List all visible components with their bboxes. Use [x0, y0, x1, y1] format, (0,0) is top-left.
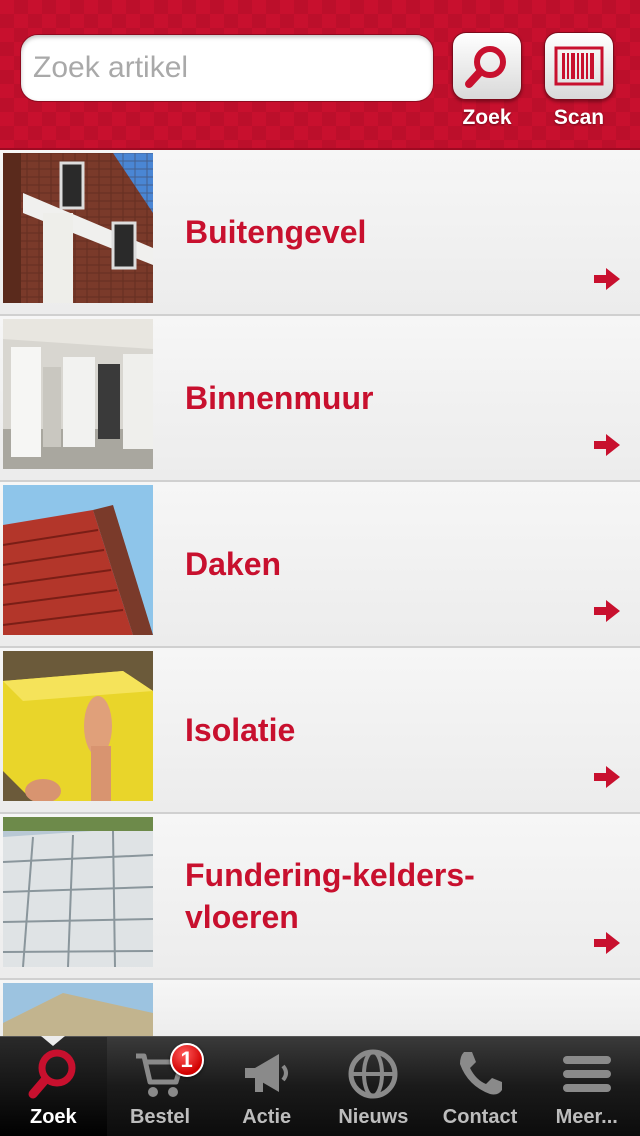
category-row-partial[interactable]: [0, 980, 640, 1036]
search-icon: [465, 46, 506, 88]
tab-label: Meer...: [555, 1106, 618, 1128]
arrow-right-icon: [594, 268, 620, 290]
scan-button-label: Scan: [553, 106, 605, 129]
binnenmuur-thumbnail: [3, 319, 153, 469]
tab-label: Bestel: [129, 1106, 191, 1128]
globe-icon: [348, 1049, 398, 1099]
arrow-right-icon: [594, 766, 620, 788]
megaphone-icon: [244, 1054, 288, 1092]
buitengevel-thumbnail: [3, 153, 153, 303]
category-row-fundering[interactable]: Fundering-kelders- vloeren: [0, 814, 640, 980]
search-icon: [28, 1049, 76, 1099]
category-label: Isolatie: [185, 712, 296, 748]
arrow-right-icon: [594, 434, 620, 456]
cart-badge: 1: [169, 1043, 204, 1077]
category-row-buitengevel[interactable]: Buitengevel: [0, 150, 640, 316]
category-label: Fundering-kelders- vloeren: [185, 854, 545, 938]
category-label: Daken: [185, 546, 282, 582]
daken-thumbnail: [3, 485, 153, 635]
menu-icon: [562, 1056, 611, 1092]
tab-zoek[interactable]: Zoek: [0, 1036, 107, 1136]
tab-actie[interactable]: Actie: [213, 1037, 320, 1136]
arrow-right-icon: [594, 600, 620, 622]
category-label-line2: vloeren: [185, 899, 299, 935]
scan-button[interactable]: Scan: [544, 32, 614, 132]
barcode-icon: [554, 46, 604, 86]
category-label-line1: Fundering-kelders-: [185, 857, 475, 893]
category-list: Buitengevel Binnenmuur Daken Isolatie Fu…: [0, 150, 640, 1036]
search-button-label: Zoek: [462, 106, 512, 129]
search-button[interactable]: Zoek: [452, 32, 522, 132]
partial-thumbnail: [3, 983, 153, 1036]
header-bar: Zoek Scan: [0, 0, 640, 150]
category-label: Buitengevel: [185, 214, 367, 250]
tab-label: Nieuws: [338, 1106, 409, 1128]
category-row-binnenmuur[interactable]: Binnenmuur: [0, 316, 640, 482]
tab-label: Contact: [442, 1106, 518, 1128]
category-row-isolatie[interactable]: Isolatie: [0, 648, 640, 814]
isolatie-thumbnail: [3, 651, 153, 801]
tab-label: Actie: [242, 1106, 292, 1128]
search-input[interactable]: [33, 35, 421, 101]
tab-contact[interactable]: Contact: [427, 1037, 534, 1136]
tab-bestel[interactable]: 1 Bestel: [107, 1037, 214, 1136]
tab-nieuws[interactable]: Nieuws: [320, 1037, 427, 1136]
phone-icon: [460, 1052, 503, 1095]
fundering-thumbnail: [3, 817, 153, 967]
category-row-daken[interactable]: Daken: [0, 482, 640, 648]
category-label: Binnenmuur: [185, 380, 374, 416]
tab-bar: Zoek 1 Bestel Actie Nieuws Contact Meer.…: [0, 1036, 640, 1136]
search-field[interactable]: [20, 34, 434, 102]
tab-meer[interactable]: Meer...: [533, 1037, 640, 1136]
tab-label: Zoek: [29, 1106, 77, 1128]
arrow-right-icon: [594, 932, 620, 954]
